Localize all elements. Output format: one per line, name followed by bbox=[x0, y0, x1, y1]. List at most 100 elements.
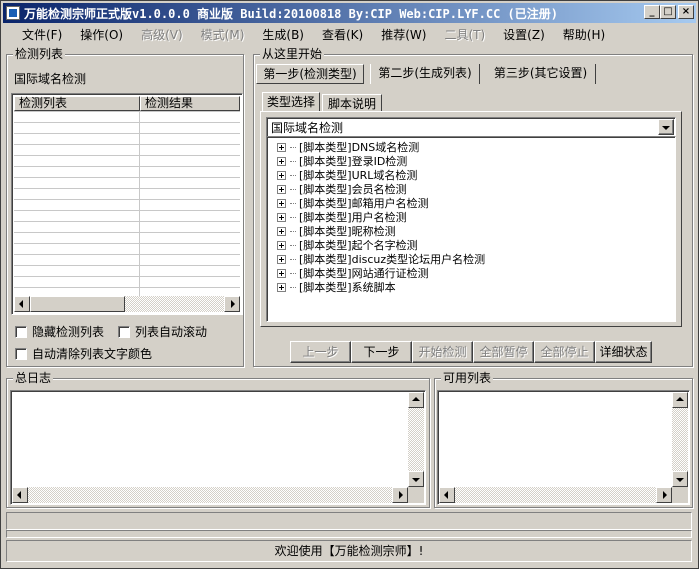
prev-step-button[interactable]: 上一步 bbox=[290, 341, 351, 363]
close-button[interactable]: × bbox=[678, 5, 694, 19]
status-message: 欢迎使用【万能检测宗师】! bbox=[274, 544, 424, 558]
listview-rows[interactable] bbox=[14, 111, 240, 296]
tree-item[interactable]: [脚本类型]discuz类型论坛用户名检测 bbox=[277, 252, 485, 266]
log-group: 总日志 bbox=[6, 371, 430, 508]
tree-item[interactable]: [脚本类型]用户名检测 bbox=[277, 210, 407, 224]
start-legend: 从这里开始 bbox=[260, 47, 325, 61]
tree-item[interactable]: [脚本类型]网站通行证检测 bbox=[277, 266, 429, 280]
minimize-button[interactable]: _ bbox=[644, 5, 660, 19]
tree-item[interactable]: [脚本类型]DNS域名检测 bbox=[277, 140, 419, 154]
progress-bar bbox=[6, 530, 692, 538]
available-hscrollbar[interactable] bbox=[439, 487, 672, 503]
expand-icon[interactable] bbox=[277, 282, 286, 292]
menu-settings[interactable]: 设置(Z) bbox=[494, 26, 554, 44]
tree-item[interactable]: [脚本类型]系统脚本 bbox=[277, 280, 396, 294]
menu-generate[interactable]: 生成(B) bbox=[253, 26, 313, 44]
scroll-up-button[interactable] bbox=[408, 392, 424, 408]
menu-bar: 文件(F) 操作(O) 高级(V) 模式(M) 生成(B) 查看(K) 推荐(W… bbox=[3, 25, 696, 45]
log-hscrollbar[interactable] bbox=[12, 487, 408, 503]
log-legend: 总日志 bbox=[13, 371, 54, 385]
menu-view[interactable]: 查看(K) bbox=[313, 26, 372, 44]
pause-all-button[interactable]: 全部暂停 bbox=[473, 341, 534, 363]
expand-icon[interactable] bbox=[277, 198, 286, 208]
log-vscrollbar[interactable] bbox=[408, 392, 424, 487]
column-check-list[interactable]: 检测列表 bbox=[14, 96, 140, 111]
listview-hscrollbar[interactable] bbox=[14, 296, 240, 312]
menu-mode[interactable]: 模式(M) bbox=[192, 26, 254, 44]
type-select-panel: 国际域名检测 [脚本类型]DNS域名检测 [脚本类型]登录ID检测 [脚本类型]… bbox=[260, 111, 682, 327]
tree-item[interactable]: [脚本类型]会员名检测 bbox=[277, 182, 407, 196]
tree-item[interactable]: [脚本类型]起个名字检测 bbox=[277, 238, 418, 252]
status-bar-1 bbox=[6, 512, 692, 530]
scroll-right-button[interactable] bbox=[224, 296, 240, 312]
combo-dropdown-icon[interactable] bbox=[658, 119, 674, 135]
title-bar[interactable]: 万能检测宗师正式版v1.0.0.0 商业版 Build:20100818 By:… bbox=[3, 3, 696, 23]
auto-clear-label: 自动清除列表文字颜色 bbox=[32, 347, 153, 361]
status-message-bar: 欢迎使用【万能检测宗师】! bbox=[6, 540, 692, 562]
app-icon[interactable] bbox=[6, 6, 20, 20]
scroll-down-button[interactable] bbox=[408, 471, 424, 487]
script-tree[interactable]: [脚本类型]DNS域名检测 [脚本类型]登录ID检测 [脚本类型]URL域名检测… bbox=[266, 136, 676, 322]
expand-icon[interactable] bbox=[277, 184, 286, 194]
tree-item[interactable]: [脚本类型]登录ID检测 bbox=[277, 154, 407, 168]
scroll-up-button[interactable] bbox=[672, 392, 688, 408]
start-check-button[interactable]: 开始检测 bbox=[412, 341, 473, 363]
start-group: 从这里开始 第一步(检测类型) 第二步(生成列表) 第三步(其它设置) 类型选择… bbox=[253, 47, 693, 367]
auto-clear-checkbox[interactable]: 自动清除列表文字颜色 bbox=[15, 345, 152, 362]
listview-header: 检测列表 检测结果 bbox=[14, 96, 240, 111]
check-list-legend: 检测列表 bbox=[13, 47, 66, 61]
expand-icon[interactable] bbox=[277, 268, 286, 278]
hide-list-label: 隐藏检测列表 bbox=[32, 325, 105, 339]
expand-icon[interactable] bbox=[277, 212, 286, 222]
scroll-thumb[interactable] bbox=[30, 296, 125, 312]
type-combo[interactable]: 国际域名检测 bbox=[266, 117, 676, 137]
scroll-corner bbox=[672, 487, 688, 503]
tree-item[interactable]: [脚本类型]URL域名检测 bbox=[277, 168, 417, 182]
check-list-group: 检测列表 国际域名检测 检测列表 检测结果 隐藏检测列表 列表自动滚动 自动清除… bbox=[6, 47, 244, 367]
available-list-legend: 可用列表 bbox=[441, 371, 494, 385]
available-vscrollbar[interactable] bbox=[672, 392, 688, 487]
scroll-left-button[interactable] bbox=[14, 296, 30, 312]
tab-step3[interactable]: 第三步(其它设置) bbox=[486, 64, 596, 84]
checkbox-box[interactable] bbox=[15, 325, 27, 338]
combo-value: 国际域名检测 bbox=[271, 120, 344, 135]
expand-icon[interactable] bbox=[277, 142, 286, 152]
expand-icon[interactable] bbox=[277, 254, 286, 264]
check-listview[interactable]: 检测列表 检测结果 bbox=[11, 93, 243, 315]
scroll-left-button[interactable] bbox=[12, 487, 28, 503]
menu-recommend[interactable]: 推荐(W) bbox=[372, 26, 435, 44]
scroll-right-button[interactable] bbox=[656, 487, 672, 503]
tab-step2[interactable]: 第二步(生成列表) bbox=[370, 64, 480, 84]
log-textarea[interactable] bbox=[10, 390, 426, 505]
main-window: 万能检测宗师正式版v1.0.0.0 商业版 Build:20100818 By:… bbox=[0, 0, 699, 569]
column-check-result[interactable]: 检测结果 bbox=[140, 96, 240, 111]
tree-item[interactable]: [脚本类型]昵称检测 bbox=[277, 224, 396, 238]
checkbox-box[interactable] bbox=[118, 325, 130, 338]
menu-help[interactable]: 帮助(H) bbox=[554, 26, 614, 44]
next-step-button[interactable]: 下一步 bbox=[351, 341, 412, 363]
available-list-textarea[interactable] bbox=[437, 390, 690, 505]
stop-all-button[interactable]: 全部停止 bbox=[534, 341, 595, 363]
expand-icon[interactable] bbox=[277, 226, 286, 236]
window-title: 万能检测宗师正式版v1.0.0.0 商业版 Build:20100818 By:… bbox=[24, 6, 559, 21]
scroll-right-button[interactable] bbox=[392, 487, 408, 503]
maximize-button[interactable]: □ bbox=[660, 5, 676, 19]
subtab-script-desc[interactable]: 脚本说明 bbox=[322, 94, 382, 112]
expand-icon[interactable] bbox=[277, 156, 286, 166]
menu-tools[interactable]: 二具(T) bbox=[435, 26, 494, 44]
tab-step1[interactable]: 第一步(检测类型) bbox=[256, 64, 364, 84]
scroll-down-button[interactable] bbox=[672, 471, 688, 487]
menu-file[interactable]: 文件(F) bbox=[13, 26, 71, 44]
expand-icon[interactable] bbox=[277, 240, 286, 250]
tree-item[interactable]: [脚本类型]邮箱用户名检测 bbox=[277, 196, 429, 210]
menu-advanced[interactable]: 高级(V) bbox=[132, 26, 192, 44]
menu-operate[interactable]: 操作(O) bbox=[71, 26, 132, 44]
hide-list-checkbox[interactable]: 隐藏检测列表 bbox=[15, 323, 104, 340]
expand-icon[interactable] bbox=[277, 170, 286, 180]
scroll-corner bbox=[408, 487, 424, 503]
auto-scroll-checkbox[interactable]: 列表自动滚动 bbox=[118, 323, 207, 340]
detail-status-button[interactable]: 详细状态 bbox=[595, 341, 652, 363]
checkbox-box[interactable] bbox=[15, 347, 27, 360]
subtab-type-select[interactable]: 类型选择 bbox=[262, 92, 320, 112]
scroll-left-button[interactable] bbox=[439, 487, 455, 503]
